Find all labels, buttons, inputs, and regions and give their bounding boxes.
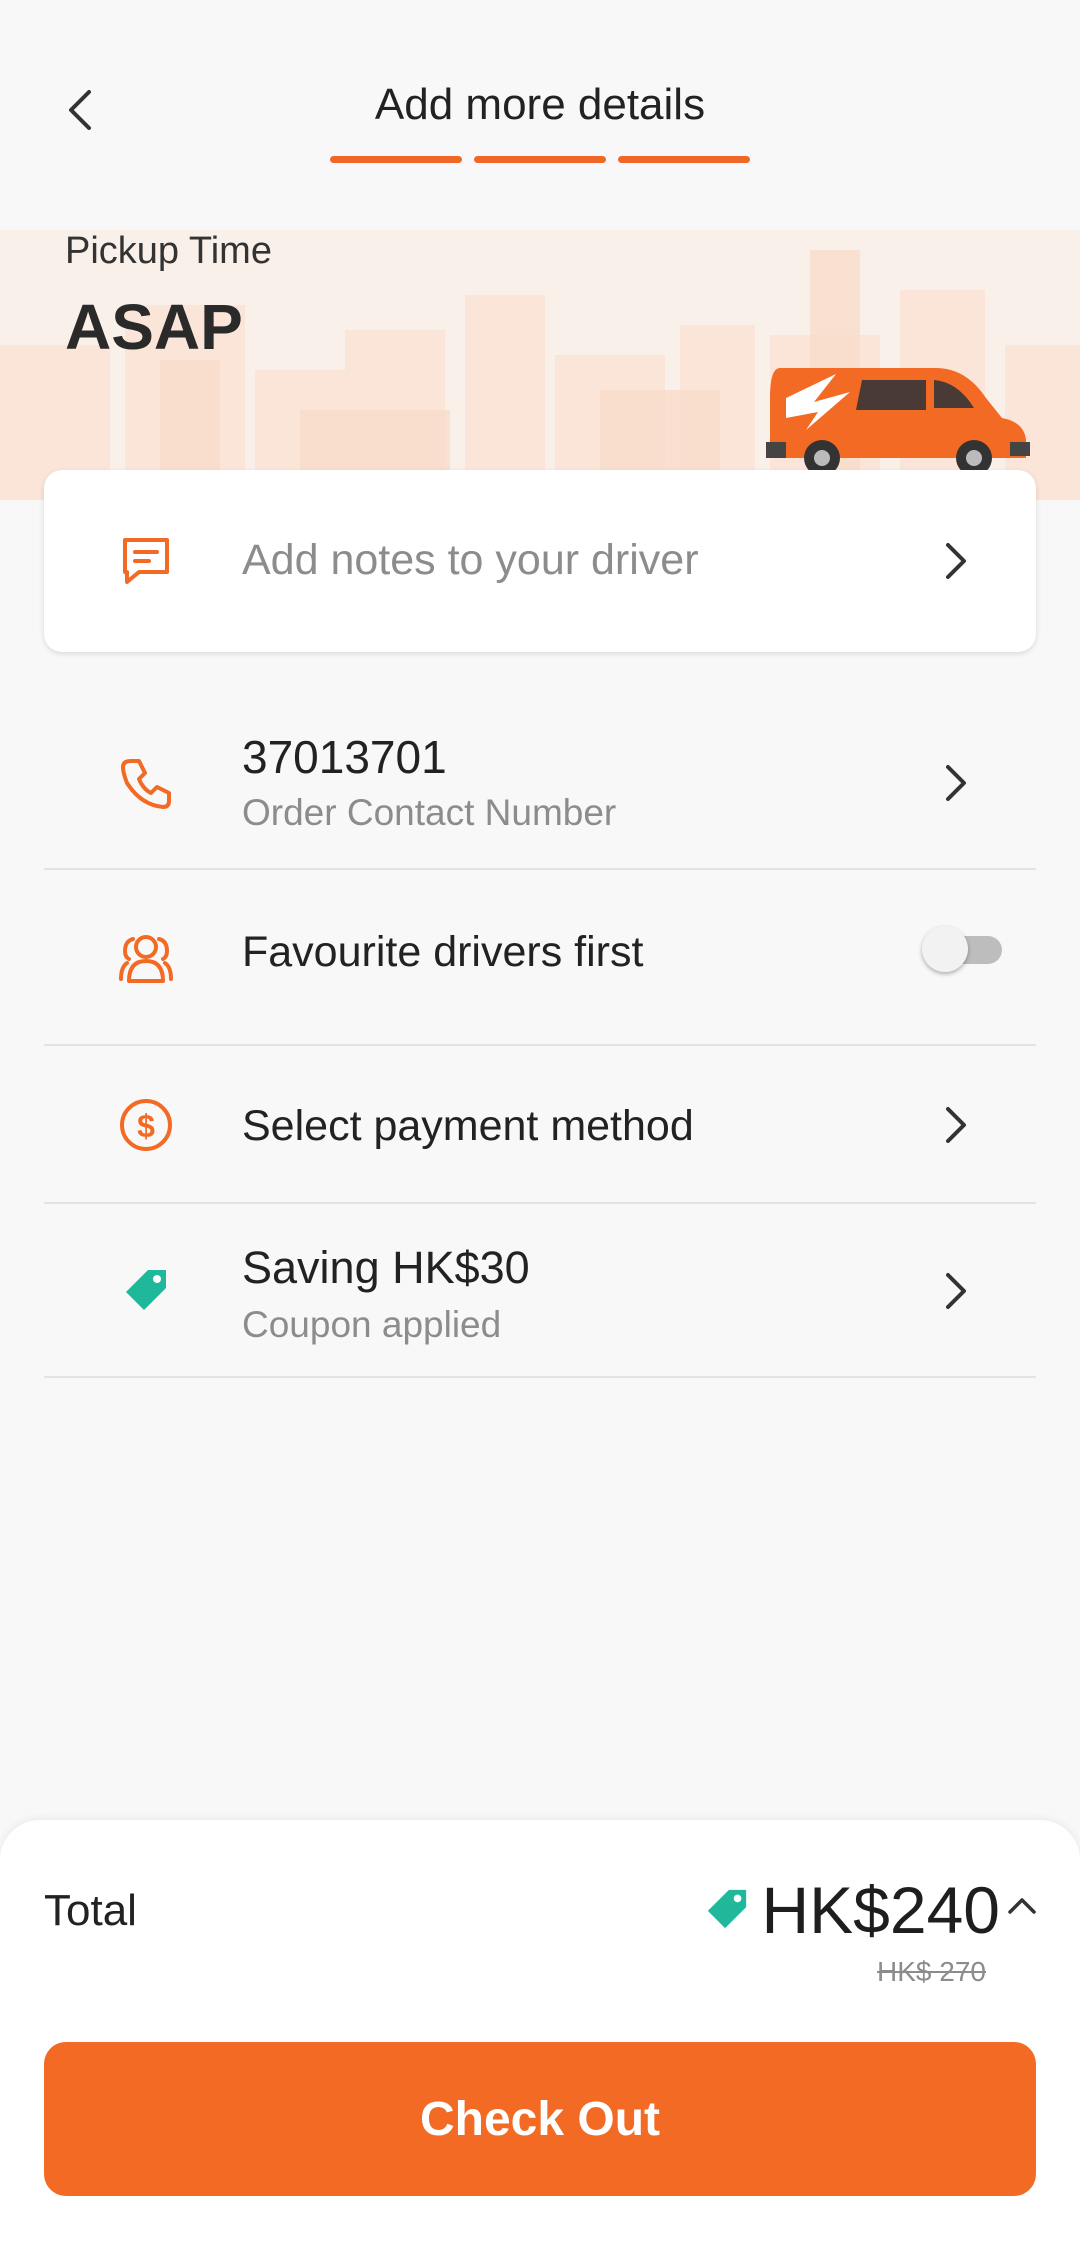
- payment-method-label: Select payment method: [242, 1102, 694, 1150]
- tag-icon: [114, 1258, 178, 1322]
- step-indicator-3: [618, 156, 750, 163]
- message-icon: [114, 529, 178, 593]
- pickup-banner[interactable]: Pickup Time ASAP: [0, 230, 1080, 500]
- order-summary-sheet: Total HK$240 HK$ 270 Check Out: [0, 1820, 1080, 2268]
- step-progress: [330, 156, 750, 163]
- coupon-subtitle: Coupon applied: [242, 1304, 502, 1345]
- pickup-time-value: ASAP: [65, 291, 243, 363]
- checkout-button[interactable]: Check Out: [44, 2042, 1036, 2196]
- chevron-up-icon[interactable]: [1004, 1888, 1040, 1924]
- coupon-title: Saving HK$30: [242, 1242, 530, 1293]
- driver-notes-card[interactable]: Add notes to your driver: [44, 470, 1036, 652]
- contact-number-row[interactable]: 37013701 Order Contact Number: [44, 700, 1036, 870]
- favourite-drivers-row: Favourite drivers first: [44, 870, 1036, 1046]
- step-indicator-1: [330, 156, 462, 163]
- step-indicator-2: [474, 156, 606, 163]
- favourite-drivers-toggle[interactable]: [922, 926, 1006, 972]
- dollar-icon: $: [114, 1093, 178, 1157]
- drivers-icon: [114, 926, 178, 990]
- driver-notes-placeholder: Add notes to your driver: [242, 536, 699, 584]
- total-label: Total: [44, 1886, 137, 1935]
- coupon-row[interactable]: Saving HK$30 Coupon applied: [44, 1204, 1036, 1378]
- chevron-right-icon: [936, 1261, 976, 1321]
- tag-icon: [707, 1889, 747, 1929]
- total-price[interactable]: HK$240: [761, 1872, 1000, 1948]
- contact-number-label: Order Contact Number: [242, 792, 617, 833]
- pickup-time-label: Pickup Time: [65, 230, 272, 272]
- payment-method-row[interactable]: $ Select payment method: [44, 1046, 1036, 1204]
- page-title: Add more details: [374, 80, 706, 129]
- van-illustration: [766, 368, 1030, 470]
- svg-text:$: $: [137, 1108, 155, 1144]
- chevron-right-icon: [936, 531, 976, 591]
- contact-number: 37013701: [242, 731, 447, 783]
- original-price: HK$ 270: [877, 1956, 986, 1987]
- chevron-right-icon: [936, 1095, 976, 1155]
- chevron-right-icon: [936, 753, 976, 813]
- favourite-drivers-label: Favourite drivers first: [242, 928, 644, 976]
- phone-icon: [114, 752, 178, 816]
- toggle-knob: [922, 926, 968, 972]
- header: Add more details: [0, 0, 1080, 170]
